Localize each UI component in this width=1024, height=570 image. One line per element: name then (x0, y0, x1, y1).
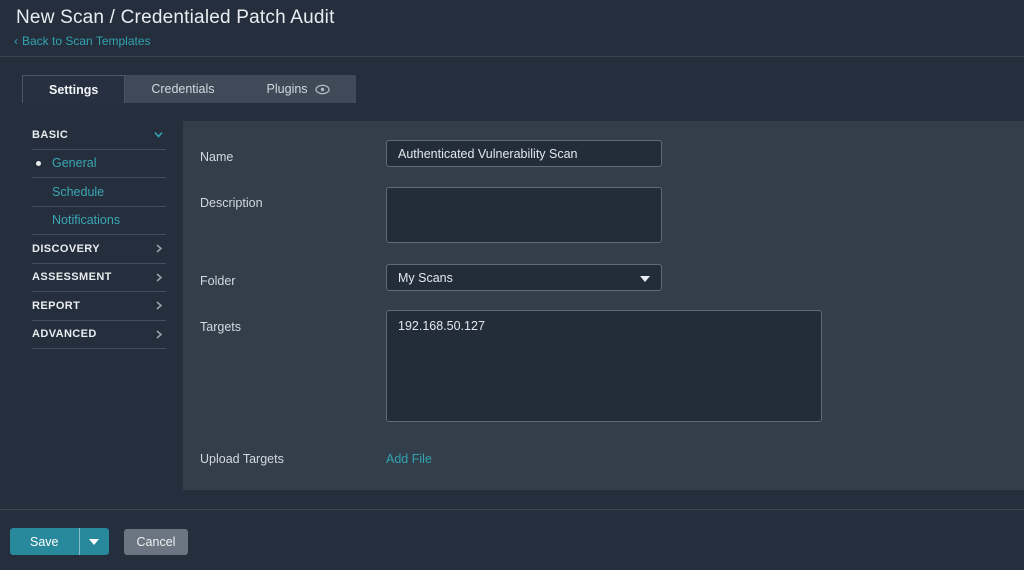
sidebar-item-schedule[interactable]: Schedule (32, 178, 166, 207)
sidebar-section-assessment[interactable]: ASSESSMENT (32, 264, 166, 292)
sidebar-section-advanced-label: ADVANCED (32, 328, 97, 341)
tab-settings[interactable]: Settings (22, 75, 126, 103)
chevron-down-icon (153, 129, 164, 140)
sidebar-section-report[interactable]: REPORT (32, 292, 166, 321)
save-button[interactable]: Save (10, 528, 79, 555)
tab-credentials-label: Credentials (151, 82, 215, 96)
sidebar-item-schedule-label: Schedule (52, 184, 105, 199)
sidebar-section-report-label: REPORT (32, 299, 81, 312)
tab-settings-label: Settings (49, 82, 99, 97)
page-title: New Scan / Credentialed Patch Audit (16, 7, 335, 28)
description-input[interactable] (386, 187, 662, 243)
chevron-right-icon (153, 243, 164, 254)
back-link-label: Back to Scan Templates (22, 34, 151, 48)
caret-down-icon (88, 539, 99, 545)
sidebar-item-notifications[interactable]: Notifications (32, 207, 166, 235)
sidebar-section-discovery[interactable]: DISCOVERY (32, 235, 166, 264)
back-to-scan-templates-link[interactable]: ‹ Back to Scan Templates (14, 34, 151, 48)
chevron-right-icon (153, 300, 164, 311)
add-file-link[interactable]: Add File (386, 452, 432, 466)
name-label: Name (200, 150, 234, 164)
folder-select[interactable]: My Scans (386, 264, 662, 291)
folder-label: Folder (200, 274, 236, 288)
folder-selected-value: My Scans (398, 270, 453, 285)
tab-bar: Settings Credentials Plugins (22, 75, 356, 103)
sidebar-item-notifications-label: Notifications (52, 213, 121, 228)
tab-credentials[interactable]: Credentials (125, 75, 240, 103)
eye-icon (314, 84, 330, 95)
active-item-bullet (36, 160, 41, 166)
save-dropdown-button[interactable] (78, 528, 109, 555)
chevron-right-icon (153, 272, 164, 283)
sidebar-section-basic-label: BASIC (32, 128, 69, 141)
description-label: Description (200, 196, 263, 210)
back-arrow-icon: ‹ (14, 34, 18, 48)
tab-plugins-label: Plugins (266, 82, 308, 96)
settings-general-panel: Name Description Folder My Scans Targets… (183, 121, 1024, 490)
targets-label: Targets (200, 320, 241, 334)
cancel-button[interactable]: Cancel (124, 529, 188, 555)
settings-sidebar: BASIC General Schedule Notifications DIS… (32, 121, 166, 349)
sidebar-item-general-label: General (52, 156, 97, 171)
sidebar-section-advanced[interactable]: ADVANCED (32, 321, 166, 349)
save-split-button: Save (10, 528, 109, 555)
add-file-link-label: Add File (386, 452, 432, 466)
page-header: New Scan / Credentialed Patch Audit ‹ Bac… (0, 0, 1024, 57)
targets-input[interactable]: 192.168.50.127 (386, 310, 822, 422)
name-input[interactable] (386, 140, 662, 167)
caret-down-icon (640, 276, 650, 282)
sidebar-item-general[interactable]: General (32, 150, 166, 178)
sidebar-section-discovery-label: DISCOVERY (32, 242, 100, 255)
tab-plugins[interactable]: Plugins (241, 75, 356, 103)
sidebar-section-basic[interactable]: BASIC (32, 121, 166, 150)
sidebar-section-assessment-label: ASSESSMENT (32, 271, 112, 284)
upload-targets-label: Upload Targets (200, 452, 284, 466)
footer-divider (0, 509, 1024, 510)
chevron-right-icon (153, 329, 164, 340)
